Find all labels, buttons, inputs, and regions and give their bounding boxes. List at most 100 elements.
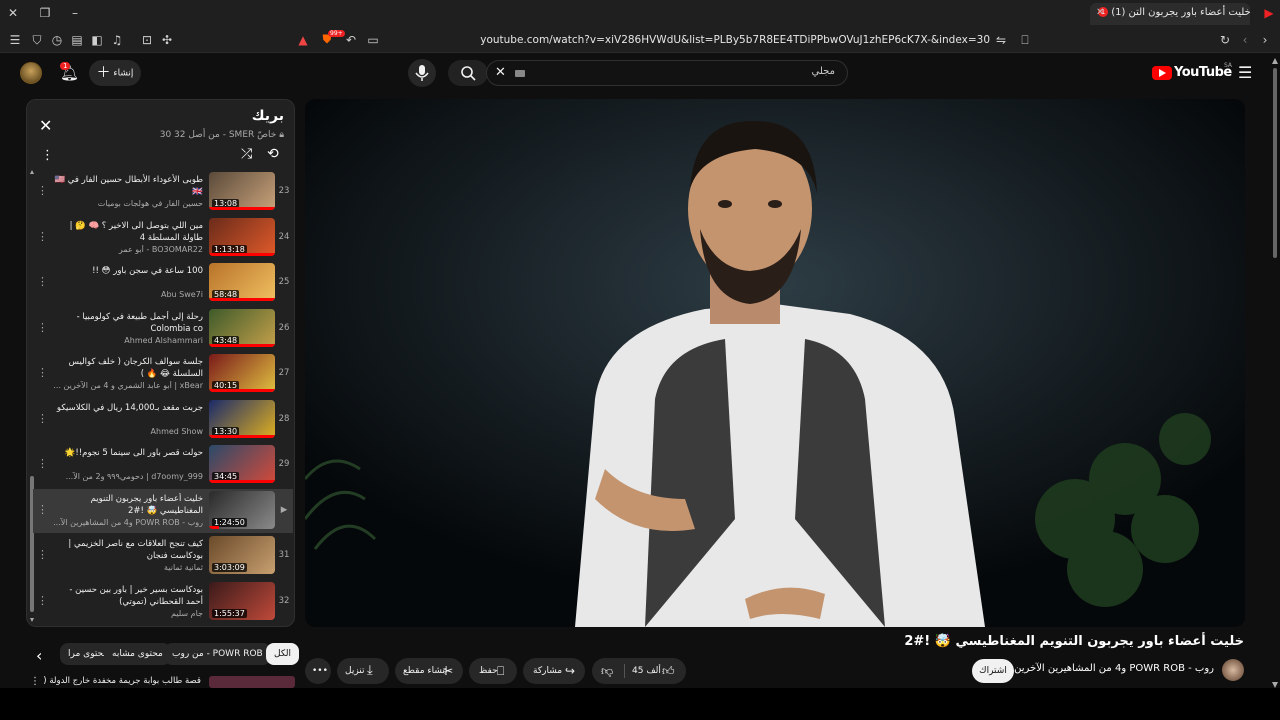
picture-icon[interactable]: ⊡ [140,33,154,47]
playlist-item[interactable]: ▶ 1:24:50 خليت أعضاء باور يجربون التنويم ا… [33,488,293,533]
browser-tab[interactable]: ✕ 1 (1) خليت أعضاء باور يجربون التن [1090,3,1250,25]
more-options-icon[interactable]: ⋮ [41,148,54,163]
playlist-item[interactable]: 32 1:55:37 بودكاست بسير خير | باور بين حسي… [33,580,293,624]
chip-all[interactable]: الكل [266,643,300,665]
playlist-item-thumbnail[interactable]: 3:03:09 [209,536,275,574]
download-button[interactable]: تنزيل ⤓ [337,658,389,684]
playlist-item-title: جلسة سوالف الكرجان ( خلف كواليس السلسلة … [68,357,203,379]
video-player[interactable] [305,99,1245,627]
back-icon[interactable]: ‹ [1238,33,1252,47]
playlist-item-menu-icon[interactable]: ⋮ [37,412,48,425]
playlist-item-menu-icon[interactable]: ⋮ [37,321,48,334]
history-icon[interactable]: ◷ [50,33,64,47]
playlist-item[interactable]: 28 13:30 جربت مقعد بـ14,000 ريال في الكلاس… [33,398,293,442]
address-bar[interactable]: youtube.com/watch?v=xiV286HVWdU&list=PLB… [380,30,1020,50]
playlist-item-thumbnail[interactable]: 43:48 [209,308,275,347]
tabs-icon[interactable]: ▤ [70,33,84,47]
sidebar-icon[interactable]: ◧ [90,33,104,47]
url-text: youtube.com/watch?v=xiV286HVWdU&list=PLB… [480,34,990,46]
playlist-item[interactable]: 23 13:08 طوبى الأعوداء الأبطال حسين الفار … [33,170,293,214]
playlist-item-menu-icon[interactable]: ⋮ [37,503,48,516]
tab-close-icon[interactable]: ✕ [1096,7,1104,18]
subscribe-button[interactable]: اشتراك [972,659,1014,683]
playlist-title[interactable]: بريك [252,108,284,124]
playlist-item-duration: 3:03:09 [212,563,247,572]
playlist-item-thumbnail[interactable]: 58:48 [209,263,275,301]
next-playlist-peek[interactable]: ⋮ قصة طالب بوابة جريمة مخفدة خارج الدولة… [26,676,295,688]
voice-search-button[interactable] [408,59,436,87]
site-settings-icon[interactable]: ⇋ [994,33,1008,47]
playlist-item-thumbnail[interactable]: 13:08 [209,172,275,210]
page-scrollbar[interactable] [1272,58,1278,688]
chip-from-channel[interactable]: من روب - POWR ROB [164,643,271,665]
search-input[interactable]: ✕ مجلي [486,60,848,86]
playlist-item-progress [209,480,275,483]
bookmark-icon[interactable]: ⎕ [1018,33,1032,47]
channel-avatar[interactable] [1222,659,1244,681]
plus-icon: ＋ [96,65,111,81]
playlist-item-thumbnail[interactable]: 1:55:37 [209,581,275,620]
like-count[interactable]: 45 ألف [632,658,661,684]
playlist-item[interactable]: 25 58:48 100 ساعة في سجن باور 😳 !! Abu Swe7… [33,261,293,305]
playlist-item-channel: BO3OMAR22 - أبو عمر [118,244,203,254]
extensions-icon[interactable]: ✣ [160,33,174,47]
playlist-item-thumbnail[interactable]: 34:45 [209,445,275,483]
loop-icon[interactable]: ⟲ [267,146,279,162]
playlist-owner[interactable]: SMER [229,130,254,140]
youtube-header: 🔔︎ 1 ＋ إنشاء ✕ مجلي YouTube SA ☰ [0,54,1280,94]
playlist-item-menu-icon[interactable]: ⋮ [37,594,48,607]
channel-name[interactable]: روب - POWR ROB و4 من المشاهيرين الآخرين [1014,663,1214,674]
playlist-item[interactable]: 24 1:13:18 مين اللي بتوصل الى الاخير ؟ 🧠 🤔… [33,216,293,260]
peek-more-icon[interactable]: ⋮ [30,676,40,687]
screenshot-icon[interactable]: ▭ [366,33,380,47]
playlist-item[interactable]: 27 40:15 جلسة سوالف الكرجان ( خلف كواليس ا… [33,352,293,396]
playlist-item[interactable]: 26 43:48 رحلة إلى أجمل طبيعة في كولومبيا -… [33,307,293,351]
more-actions-button[interactable]: ••• [305,658,331,684]
chip-related[interactable]: محتوى مشابه [104,643,171,665]
chips-left-arrow-icon[interactable]: ‹ [36,646,42,665]
keyboard-icon[interactable] [515,70,525,77]
playlist-item-index: 29 [278,459,290,469]
clip-button[interactable]: إنشاء مقطع ✂ [395,658,463,684]
playlist-item[interactable]: 31 3:03:09 كيف تنجح العلاقات مع ناصر الخزي… [33,534,293,578]
playlist-item-thumbnail[interactable]: 1:13:18 [209,217,275,256]
dislike-icon[interactable]: 👎︎ [601,658,613,684]
close-playlist-icon[interactable]: ✕ [39,116,52,135]
save-button[interactable]: حفظ ⎕ [469,658,517,684]
playlist-item-thumbnail[interactable]: 1:24:50 [209,490,275,529]
menu-icon[interactable]: ☰ [8,33,22,47]
share-icon[interactable]: ↶ [344,33,358,47]
reload-icon[interactable]: ↻ [1218,33,1232,47]
warning-icon[interactable]: ▲ [296,33,310,47]
playlist-item-menu-icon[interactable]: ⋮ [37,548,48,561]
playlist-item-menu-icon[interactable]: ⋮ [37,366,48,379]
close-window-icon[interactable]: ✕ [6,6,20,20]
playlist-item-menu-icon[interactable]: ⋮ [37,184,48,197]
playlist-item[interactable]: 29 34:45 حولت قصر باور الى سينما 5 نجوم!!🌟… [33,443,293,487]
guide-menu-icon[interactable]: ☰ [1238,63,1252,82]
playlist-item-thumbnail[interactable]: 13:30 [209,399,275,438]
playlist-item-progress [209,207,275,210]
playlist-item-channel: Ahmed Show [150,426,203,436]
maximize-icon[interactable]: ❐ [38,6,52,20]
shuffle-icon[interactable]: ⤮ [241,146,252,162]
playlist-item-menu-icon[interactable]: ⋮ [37,457,48,470]
clear-search-icon[interactable]: ✕ [495,65,506,80]
share-button[interactable]: مشاركة ↪ [523,658,585,684]
forward-icon[interactable]: › [1258,33,1272,47]
video-title: خليت أعضاء باور يجربون التنويم المغناطيس… [904,634,1244,649]
playlist-item-channel: حسين الفار في هولجات بوميات [97,199,203,208]
playlist-item-menu-icon[interactable]: ⋮ [37,275,48,288]
avatar[interactable] [20,62,42,84]
music-icon[interactable]: ♫ [110,33,124,47]
like-icon[interactable]: 👍︎ [662,658,675,684]
playlist-subtitle: 30 من أصل 32 - SMER خاصّ 🔒︎ [159,130,284,140]
create-label: إنشاء [113,68,134,79]
playlist-item-menu-icon[interactable]: ⋮ [37,230,48,243]
shield-icon[interactable]: ⛉ [30,33,44,47]
playlist-item-thumbnail[interactable]: 40:15 [209,354,275,392]
search-button[interactable] [448,60,488,86]
youtube-logo[interactable]: YouTube SA [1152,62,1232,82]
minimize-icon[interactable]: – [68,6,82,20]
create-button[interactable]: ＋ إنشاء [89,60,141,86]
